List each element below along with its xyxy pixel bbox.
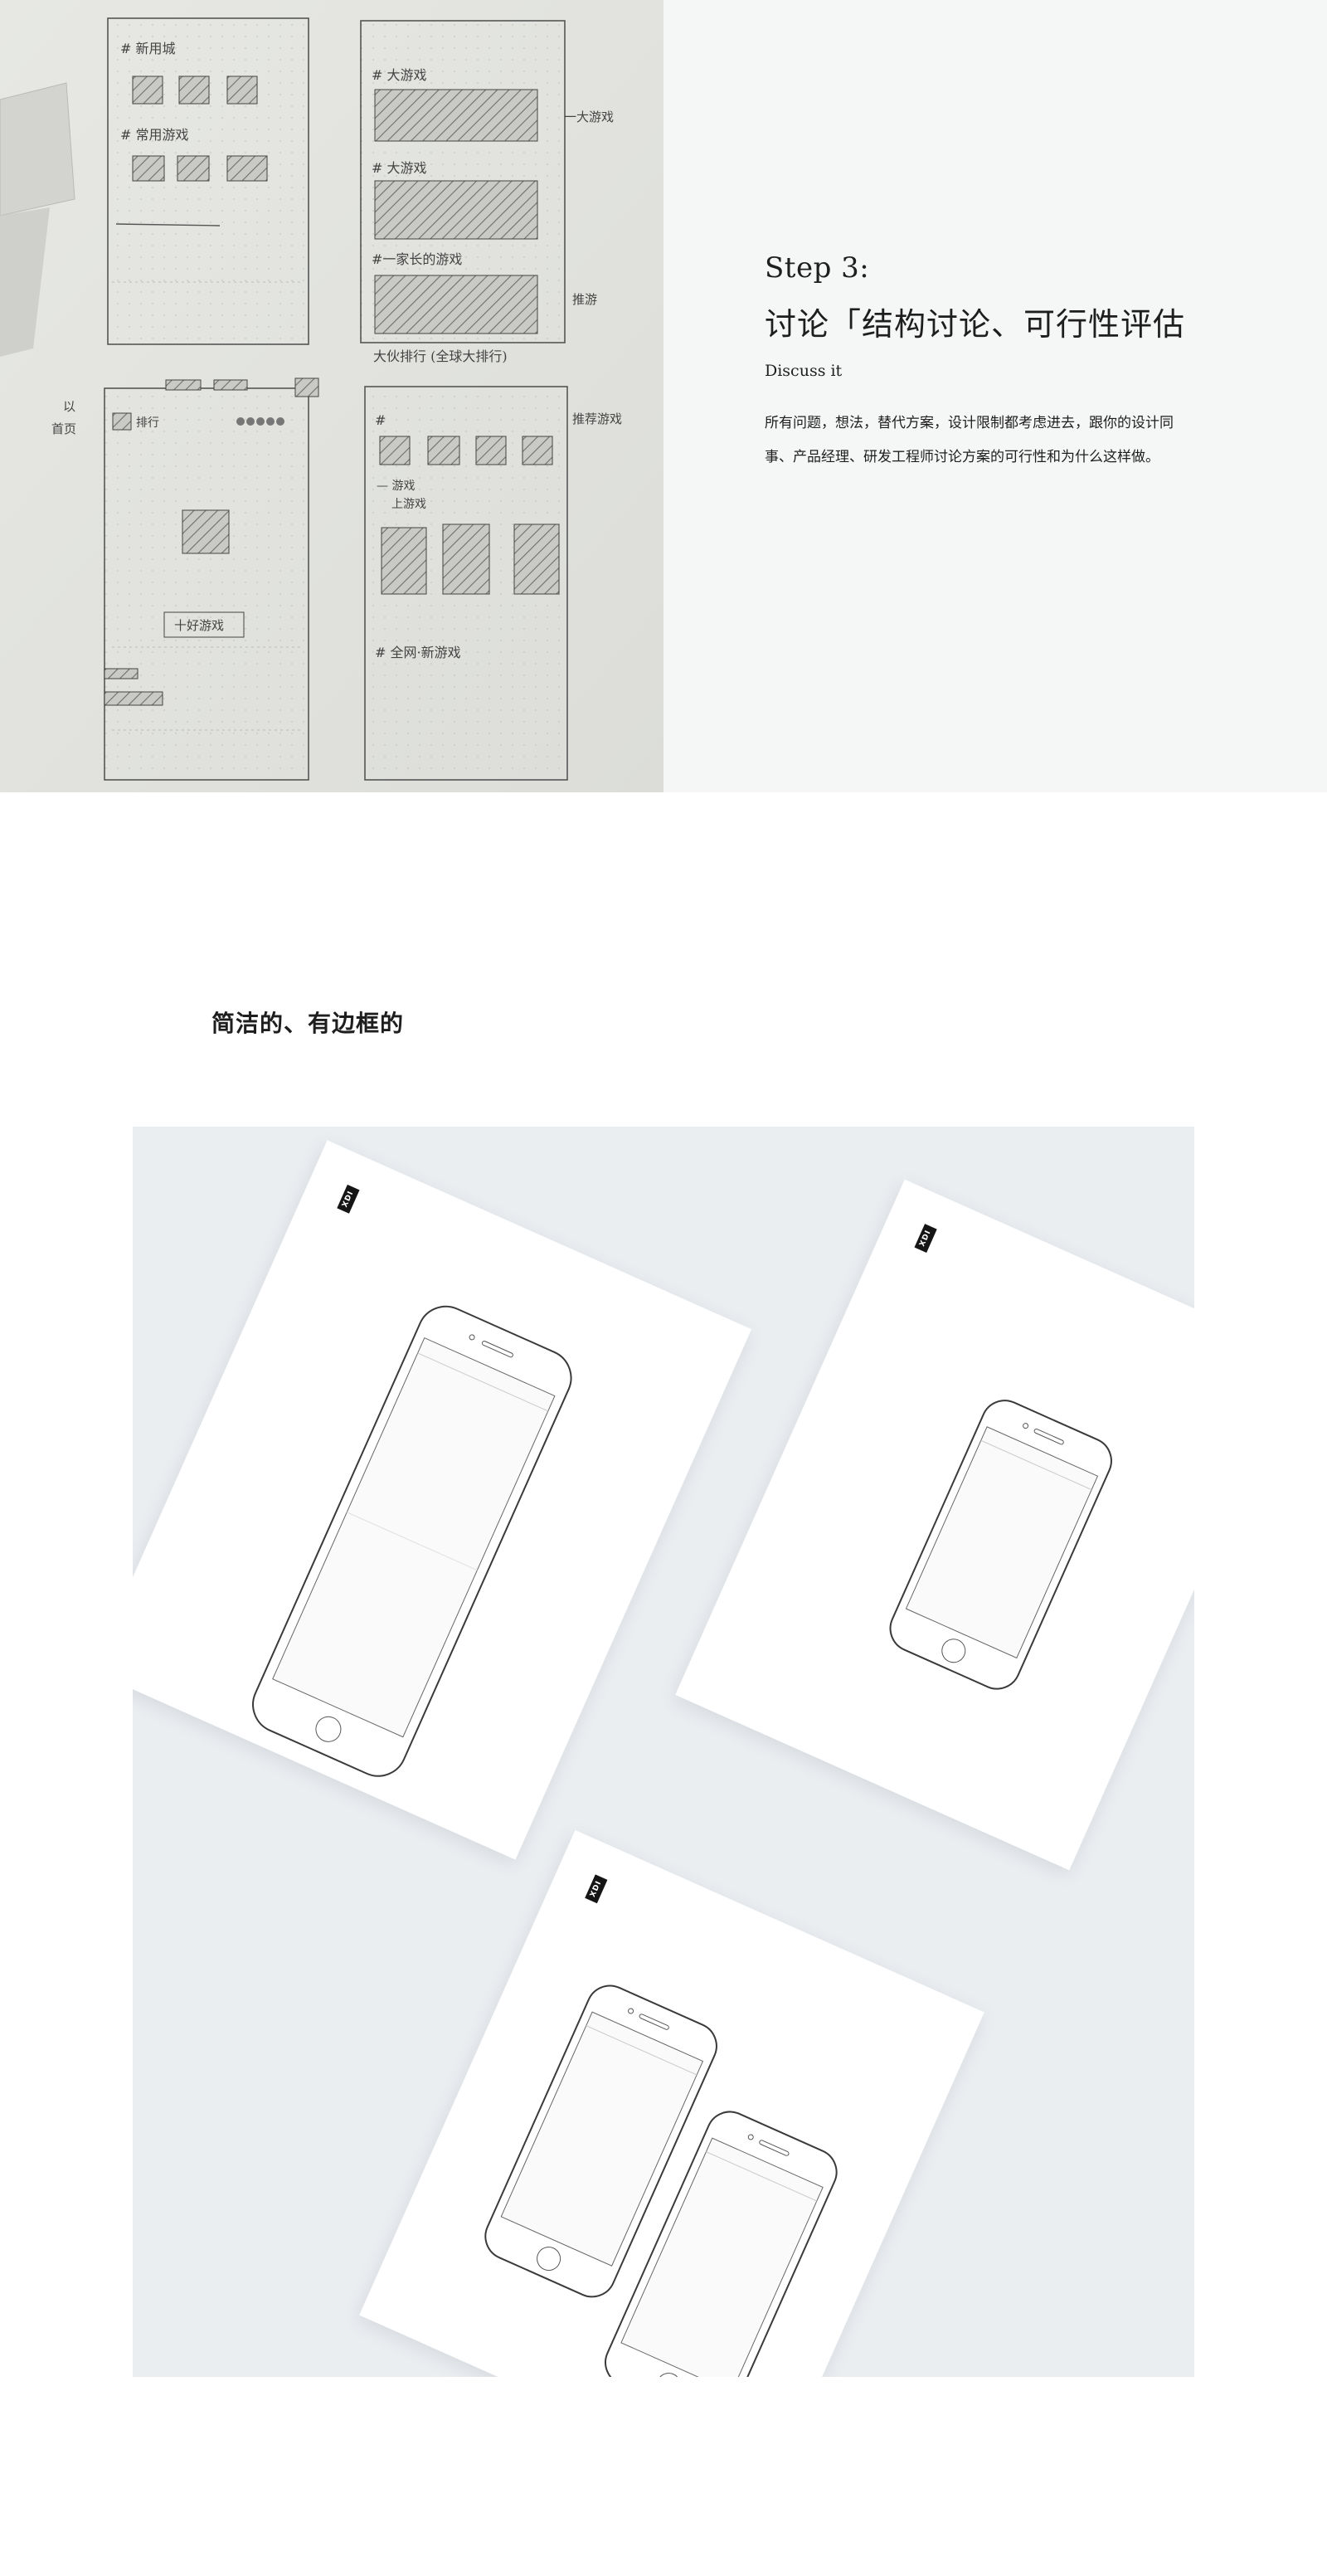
svg-text:排行: 排行 — [136, 416, 159, 430]
template-sheet: XDI — [675, 1179, 1194, 1871]
step-title: 讨论「结构讨论、可行性评估 — [765, 306, 1186, 343]
svg-text:# 大游戏: # 大游戏 — [372, 67, 427, 83]
template-sheet: XDI — [133, 1140, 752, 1860]
svg-text:# 新用城: # 新用城 — [120, 41, 176, 56]
brand-label: XDI — [914, 1224, 937, 1253]
svg-text:以: 以 — [63, 399, 75, 414]
template-sheet: XDI — [359, 1829, 984, 2377]
step-section: # 新用城 # 常用游戏 # 大游戏 一大游戏 # 大游戏 #一家长的游戏 推游… — [0, 0, 1327, 792]
phone-wireframe — [881, 1391, 1121, 1699]
brand-label: XDI — [337, 1185, 360, 1214]
svg-text:推荐游戏: 推荐游戏 — [572, 411, 622, 426]
hand-drawn-wireframe-image: # 新用城 # 常用游戏 # 大游戏 一大游戏 # 大游戏 #一家长的游戏 推游… — [0, 0, 664, 792]
template-heading: 简洁的、有边框的 — [211, 1010, 405, 1037]
svg-text:推游: 推游 — [572, 292, 597, 307]
step-text-panel: Step 3: 讨论「结构讨论、可行性评估 Discuss it 所有问题，想法… — [664, 0, 1327, 792]
sketch-frame: 排行 十好游戏 — [104, 377, 319, 781]
svg-text:# 全网·新游戏: # 全网·新游戏 — [375, 645, 461, 660]
brand-label: XDI — [585, 1874, 608, 1904]
step-subtitle: Discuss it — [765, 362, 843, 380]
svg-text:上游戏: 上游戏 — [391, 498, 426, 511]
svg-text:十好游戏: 十好游戏 — [174, 618, 224, 633]
sketch-photo: # 新用城 # 常用游戏 # 大游戏 一大游戏 # 大游戏 #一家长的游戏 推游… — [0, 0, 664, 792]
svg-text:#: # — [375, 412, 386, 428]
svg-text:# 常用游戏: # 常用游戏 — [120, 127, 189, 143]
svg-text:首页: 首页 — [51, 421, 76, 436]
phone-wireframe — [242, 1295, 582, 1787]
svg-text:# 大游戏: # 大游戏 — [372, 160, 427, 176]
template-showcase: XDI XDI XDI — [133, 1127, 1194, 2377]
sketch-frame: # 新用城 # 常用游戏 — [107, 17, 309, 345]
svg-text:一大游戏: 一大游戏 — [564, 110, 614, 124]
step-description: 所有问题，想法，替代方案，设计限制都考虑进去，跟你的设计同事、产品经理、研发工程… — [765, 415, 1174, 465]
step-label: Step 3: — [765, 251, 870, 285]
svg-text:大伙排行 (全球大排行): 大伙排行 (全球大排行) — [373, 348, 508, 364]
svg-text:— 游戏: — 游戏 — [377, 480, 415, 493]
svg-text:#一家长的游戏: #一家长的游戏 — [372, 251, 462, 267]
